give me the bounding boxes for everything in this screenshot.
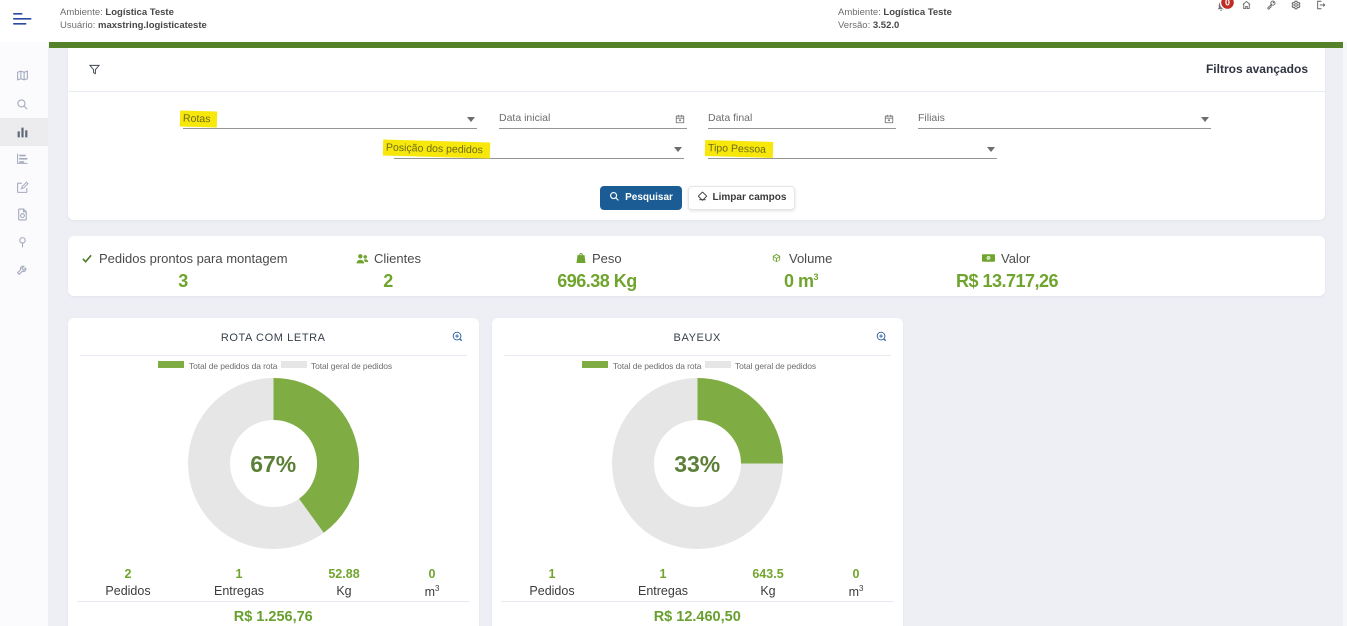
svg-text:0: 0	[987, 256, 989, 260]
svg-text:0: 0	[1225, 0, 1230, 8]
